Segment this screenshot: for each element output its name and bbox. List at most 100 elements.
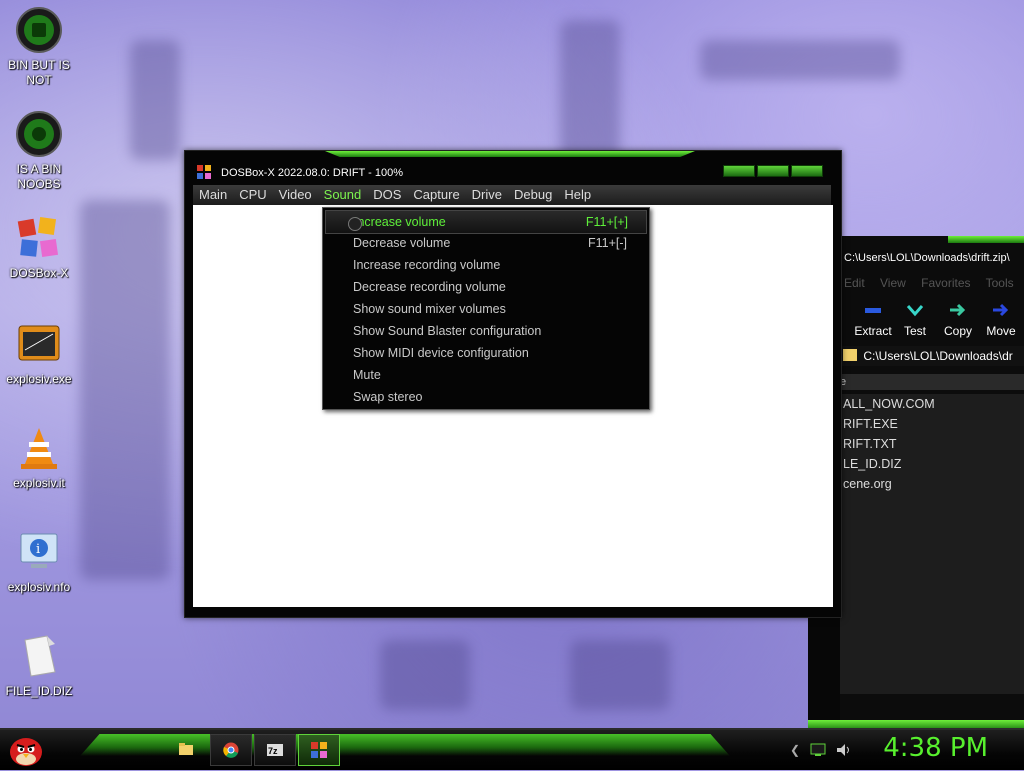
- list-item[interactable]: ALL_NOW.COM: [840, 394, 1024, 414]
- menu-item-swap-stereo[interactable]: Swap stereo: [325, 386, 645, 408]
- desktop-icon-is-a-bin-noobs[interactable]: IS A BIN NOOBS: [0, 110, 78, 192]
- menu-item-label: Decrease recording volume: [353, 280, 506, 294]
- wallpaper-shape: [130, 40, 180, 160]
- maximize-button[interactable]: [757, 165, 789, 177]
- wallpaper-shape: [700, 40, 900, 80]
- folder-icon: [843, 349, 857, 361]
- green-orb-icon: [15, 110, 63, 158]
- document-icon: [15, 632, 63, 680]
- move-label: Move: [986, 324, 1016, 338]
- taskbar-clock[interactable]: 4:38 PM: [883, 733, 988, 763]
- desktop-icon-dosbox-x[interactable]: DOSBox-X: [0, 214, 78, 281]
- menu-sound[interactable]: Sound: [318, 185, 368, 205]
- menu-item-mute[interactable]: Mute: [325, 364, 645, 386]
- show-hidden-icons-chevron-icon[interactable]: ❮: [790, 743, 800, 757]
- menu-item-label: Increase recording volume: [353, 258, 501, 272]
- address-text: C:\Users\LOL\Downloads\dr: [863, 349, 1013, 363]
- sevenzip-icon: 7z: [267, 744, 283, 756]
- wallpaper-shape: [380, 640, 470, 710]
- wallpaper-shape: [80, 200, 170, 580]
- menu-bar[interactable]: Edit View Favorites Tools: [844, 276, 1014, 290]
- list-item[interactable]: LE_ID.DIZ: [840, 454, 1024, 474]
- menu-dos[interactable]: DOS: [367, 185, 407, 205]
- menu-item-show-midi-config[interactable]: Show MIDI device configuration: [325, 342, 645, 364]
- menu-item-decrease-volume[interactable]: Decrease volume F11+[-]: [325, 232, 645, 254]
- file-list[interactable]: ALL_NOW.COM RIFT.EXE RIFT.TXT LE_ID.DIZ …: [840, 394, 1024, 694]
- menu-item-shortcut: F11+[+]: [585, 215, 628, 229]
- list-item[interactable]: RIFT.EXE: [840, 414, 1024, 434]
- taskbar-chrome[interactable]: [210, 734, 252, 766]
- dosbox-logo-icon: [15, 214, 63, 262]
- taskbar-dosbox[interactable]: [298, 734, 340, 766]
- window-accent: [948, 236, 1024, 243]
- window-accent: [325, 151, 695, 157]
- green-orb-icon: [15, 6, 63, 54]
- desktop-icon-explosiv-exe[interactable]: explosiv.exe: [0, 320, 78, 387]
- taskbar-file-explorer[interactable]: [166, 734, 206, 764]
- menu-item-label: Increase volume: [354, 215, 446, 229]
- menu-video[interactable]: Video: [273, 185, 318, 205]
- menu-cpu[interactable]: CPU: [233, 185, 272, 205]
- mouse-cursor-icon: [348, 217, 362, 231]
- exe-window-icon: [15, 320, 63, 368]
- desktop-icon-label: explosiv.exe: [6, 372, 72, 386]
- chrome-icon: [223, 742, 239, 758]
- menu-item-show-mixer-volumes[interactable]: Show sound mixer volumes: [325, 298, 645, 320]
- window-title: DOSBox-X 2022.08.0: DRIFT - 100%: [221, 167, 403, 179]
- desktop-icon-label: BIN BUT IS NOT: [8, 58, 70, 87]
- window-controls: [723, 165, 823, 177]
- menu-item-label: Decrease volume: [353, 236, 451, 250]
- menu-item-label: Swap stereo: [353, 390, 423, 404]
- menu-item-decrease-recording-volume[interactable]: Decrease recording volume: [325, 276, 645, 298]
- desktop-icon-label: FILE_ID.DIZ: [5, 684, 73, 698]
- desktop-icon-file-id-diz[interactable]: FILE_ID.DIZ: [0, 632, 78, 699]
- list-item[interactable]: RIFT.TXT: [840, 434, 1024, 454]
- move-arrow-icon: [976, 300, 1024, 320]
- network-icon[interactable]: [810, 743, 826, 757]
- desktop-icon-explosiv-nfo[interactable]: i explosiv.nfo: [0, 528, 78, 595]
- vlc-cone-icon: [15, 424, 63, 472]
- menu-capture[interactable]: Capture: [407, 185, 465, 205]
- taskbar-7zip[interactable]: 7z: [254, 734, 296, 766]
- desktop-icon-label: IS A BIN NOOBS: [16, 162, 62, 191]
- folder-icon: [179, 743, 193, 755]
- sound-menu-dropdown: Increase volume F11+[+] Decrease volume …: [322, 207, 650, 410]
- menu-help[interactable]: Help: [558, 185, 597, 205]
- dosbox-app-icon[interactable]: [197, 165, 211, 179]
- menu-item-label: Show sound mixer volumes: [353, 302, 506, 316]
- desktop-icon-label: DOSBox-X: [9, 266, 69, 280]
- menu-debug[interactable]: Debug: [508, 185, 558, 205]
- wallpaper-shape: [570, 640, 670, 710]
- menu-item-increase-volume[interactable]: Increase volume F11+[+]: [325, 210, 647, 234]
- menu-item-label: Show Sound Blaster configuration: [353, 324, 542, 338]
- desktop-icon-label: explosiv.nfo: [7, 580, 71, 594]
- minimize-button[interactable]: [723, 165, 755, 177]
- menu-item-show-sound-blaster-config[interactable]: Show Sound Blaster configuration: [325, 320, 645, 342]
- start-button[interactable]: [6, 732, 46, 768]
- address-bar[interactable]: C:\Users\LOL\Downloads\dr: [840, 346, 1024, 366]
- desktop-icon-bin-but-is-not[interactable]: BIN BUT IS NOT: [0, 6, 78, 88]
- system-tray: ❮: [790, 738, 852, 762]
- svg-text:7z: 7z: [268, 746, 278, 756]
- menu-item-label: Mute: [353, 368, 381, 382]
- taskbar: 7z ❮ 4:38 PM: [0, 728, 1024, 770]
- move-button[interactable]: Move: [976, 300, 1024, 338]
- desktop-icon-explosiv-it[interactable]: explosiv.it: [0, 424, 78, 491]
- svg-text:i: i: [36, 542, 40, 557]
- menu-drive[interactable]: Drive: [466, 185, 508, 205]
- menu-bar: Main CPU Video Sound DOS Capture Drive D…: [193, 185, 831, 205]
- window-title: C:\Users\LOL\Downloads\drift.zip\: [844, 252, 1010, 264]
- close-button[interactable]: [791, 165, 823, 177]
- menu-item-shortcut: F11+[-]: [587, 236, 627, 250]
- list-item[interactable]: cene.org: [840, 474, 1024, 494]
- info-monitor-icon: i: [15, 528, 63, 576]
- angry-bird-icon: [10, 738, 42, 766]
- menu-main[interactable]: Main: [193, 185, 233, 205]
- wallpaper-shape: [560, 20, 620, 160]
- volume-icon[interactable]: [836, 743, 852, 757]
- dosbox-icon: [311, 742, 327, 758]
- menu-item-label: Show MIDI device configuration: [353, 346, 529, 360]
- column-header-name[interactable]: e: [840, 374, 1024, 390]
- menu-item-increase-recording-volume[interactable]: Increase recording volume: [325, 254, 645, 276]
- desktop-icon-label: explosiv.it: [13, 476, 65, 490]
